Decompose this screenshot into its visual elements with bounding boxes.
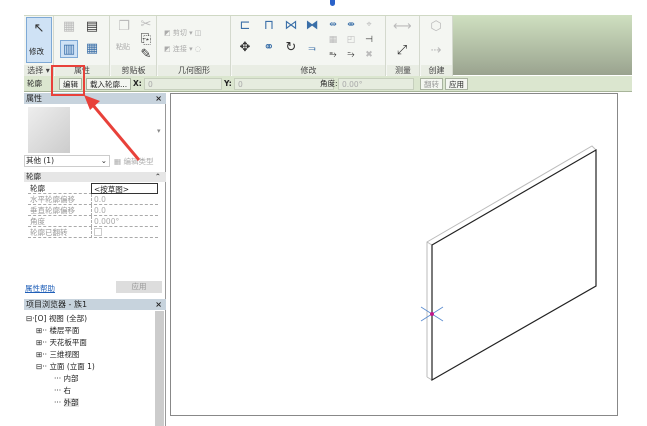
panel-top-edge: [426, 241, 433, 246]
panel-bottom-edge: [426, 376, 433, 381]
overlay-svg: [51, 65, 597, 382]
panel-3d-model[interactable]: [426, 145, 597, 382]
annotation-arrow: [84, 95, 141, 161]
panel-front-face: [431, 148, 597, 382]
annotation-highlight-box: [51, 65, 85, 96]
